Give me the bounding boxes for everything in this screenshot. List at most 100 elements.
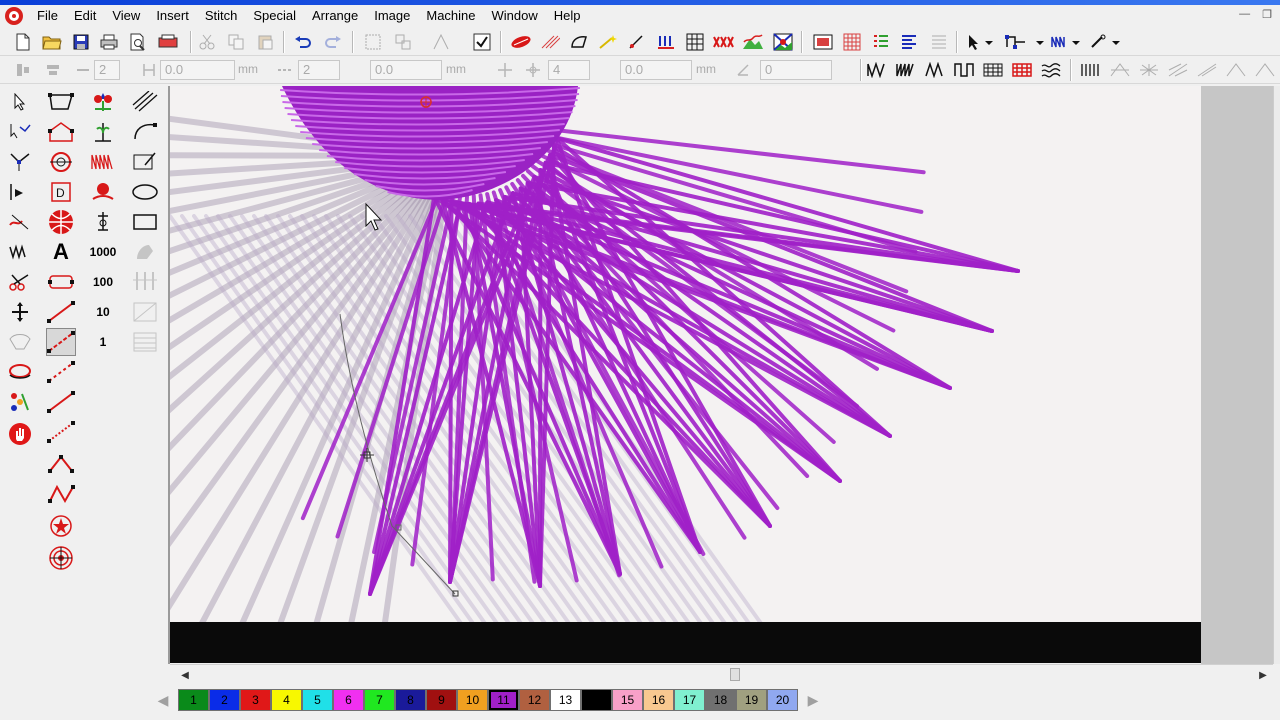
ellipse-icon[interactable] <box>130 178 160 206</box>
house-shape-icon[interactable] <box>46 118 76 146</box>
star-fill-icon[interactable] <box>1109 59 1131 81</box>
color-swatch-20[interactable]: 20 <box>767 689 798 711</box>
scroll-thumb[interactable] <box>730 668 740 681</box>
hoop-view-icon[interactable] <box>812 31 834 53</box>
ungroup-icon[interactable] <box>392 31 414 53</box>
color-swatch-5[interactable]: 5 <box>302 689 333 711</box>
zigzag-stitch-icon[interactable] <box>866 59 888 81</box>
image-stitch-icon[interactable] <box>772 31 794 53</box>
spacing-icon[interactable] <box>138 59 160 81</box>
array-count-field-1[interactable]: 2 <box>94 60 120 80</box>
cut-icon[interactable] <box>196 31 218 53</box>
menu-special[interactable]: Special <box>245 6 304 26</box>
stop-hand-icon[interactable] <box>5 420 35 448</box>
globe-fill-icon[interactable] <box>46 208 76 236</box>
menu-machine[interactable]: Machine <box>418 6 483 26</box>
spacing-field-1[interactable]: 0.0 <box>160 60 235 80</box>
color-swatch-6[interactable]: 6 <box>333 689 364 711</box>
stitch-100-button[interactable]: 100 <box>88 268 118 296</box>
select-pointer-dropdown[interactable] <box>964 31 996 53</box>
scroll-right-arrow-icon[interactable]: ▶ <box>1256 668 1270 682</box>
stitch-1000-button[interactable]: 1000 <box>86 238 120 266</box>
stitch-angle-icon[interactable] <box>5 208 35 236</box>
scroll-left-arrow-icon[interactable]: ◀ <box>178 668 192 682</box>
satin-stitch-icon[interactable] <box>895 59 917 81</box>
wave-fill-icon[interactable] <box>1040 59 1062 81</box>
menu-window[interactable]: Window <box>484 6 546 26</box>
run-line-1-icon[interactable] <box>46 358 76 386</box>
run-stitch-icon[interactable] <box>655 31 677 53</box>
outline-shape-icon[interactable] <box>568 31 590 53</box>
menu-file[interactable]: File <box>29 6 66 26</box>
undo-icon[interactable] <box>292 31 314 53</box>
cross-fill-icon[interactable] <box>1011 59 1033 81</box>
spacing-field-3[interactable]: 0.0 <box>620 60 692 80</box>
new-file-icon[interactable] <box>12 31 34 53</box>
wave-run-icon[interactable] <box>88 148 118 176</box>
travel-arrows-icon[interactable] <box>5 298 35 326</box>
circle-target-icon[interactable] <box>46 148 76 176</box>
arc-icon[interactable] <box>130 118 160 146</box>
needle-thread-icon[interactable] <box>88 208 118 236</box>
fan-tool-icon[interactable] <box>5 328 35 356</box>
color-swatch-1[interactable]: 1 <box>178 689 209 711</box>
print-machine-icon[interactable] <box>157 31 179 53</box>
menu-image[interactable]: Image <box>366 6 418 26</box>
plant-design-icon[interactable] <box>88 118 118 146</box>
parallel-lines-icon[interactable] <box>130 88 160 116</box>
wave-stitch-icon[interactable] <box>924 59 946 81</box>
copy-icon[interactable] <box>225 31 247 53</box>
polyline-select-icon[interactable] <box>5 118 35 146</box>
reshape-icon[interactable] <box>5 148 35 176</box>
rectangle-icon[interactable] <box>130 208 160 236</box>
color-swatch-7[interactable]: 7 <box>364 689 395 711</box>
redo-icon[interactable] <box>322 31 344 53</box>
contour-stitch-icon[interactable] <box>1080 59 1102 81</box>
edit-node-icon[interactable] <box>130 148 160 176</box>
stitch-list-icon[interactable] <box>870 31 892 53</box>
rotate-icon[interactable] <box>732 59 754 81</box>
color-swatch-19[interactable]: 19 <box>736 689 767 711</box>
array-count-field-3[interactable]: 4 <box>548 60 590 80</box>
color-swatch-15[interactable]: 15 <box>612 689 643 711</box>
lasso-loop-icon[interactable] <box>5 358 35 386</box>
stitch-1-button[interactable]: 1 <box>88 328 118 356</box>
color-swatch-12[interactable]: 12 <box>519 689 550 711</box>
align-text-icon[interactable] <box>898 31 920 53</box>
fill-pattern-icon[interactable] <box>539 31 561 53</box>
line-stitch-icon[interactable] <box>46 298 76 326</box>
color-swatch-10[interactable]: 10 <box>457 689 488 711</box>
palette-prev-icon[interactable]: ◀ <box>148 689 178 711</box>
color-swatch-4[interactable]: 4 <box>271 689 302 711</box>
move-all-icon[interactable] <box>522 59 544 81</box>
color-swatch-2[interactable]: 2 <box>209 689 240 711</box>
print-preview-icon[interactable] <box>127 31 149 53</box>
menu-edit[interactable]: Edit <box>66 6 104 26</box>
check-box-icon[interactable] <box>471 31 493 53</box>
needle-point-icon[interactable] <box>626 31 648 53</box>
sculpture-fill-icon[interactable] <box>1225 59 1247 81</box>
spiral-motif-icon[interactable] <box>46 544 76 572</box>
image-trace-icon[interactable] <box>130 298 160 326</box>
scissors-icon[interactable] <box>5 268 35 296</box>
paste-icon[interactable] <box>254 31 276 53</box>
restore-icon[interactable]: ❐ <box>1262 8 1272 21</box>
bean-stitch-icon[interactable] <box>46 450 76 478</box>
array-count-field-2[interactable]: 2 <box>298 60 340 80</box>
stitch-10-button[interactable]: 10 <box>88 298 118 326</box>
stitch-edit-icon[interactable] <box>5 178 35 206</box>
color-swatch-17[interactable]: 17 <box>674 689 705 711</box>
color-palette-icon[interactable] <box>5 388 35 416</box>
color-swatch-11[interactable]: 11 <box>488 689 519 711</box>
color-swatch-9[interactable]: 9 <box>426 689 457 711</box>
color-swatch-13[interactable]: 13 <box>550 689 581 711</box>
align-left-icon[interactable] <box>12 59 34 81</box>
rotation-field[interactable]: 0 <box>760 60 832 80</box>
app-logo-icon[interactable] <box>5 7 23 25</box>
satin-fill-icon[interactable] <box>510 31 532 53</box>
cloud-stitch-icon[interactable] <box>88 178 118 206</box>
group-icon[interactable] <box>362 31 384 53</box>
print-icon[interactable] <box>98 31 120 53</box>
landscape-stitch-icon[interactable] <box>742 31 764 53</box>
tatami-stitch-icon[interactable] <box>982 59 1004 81</box>
